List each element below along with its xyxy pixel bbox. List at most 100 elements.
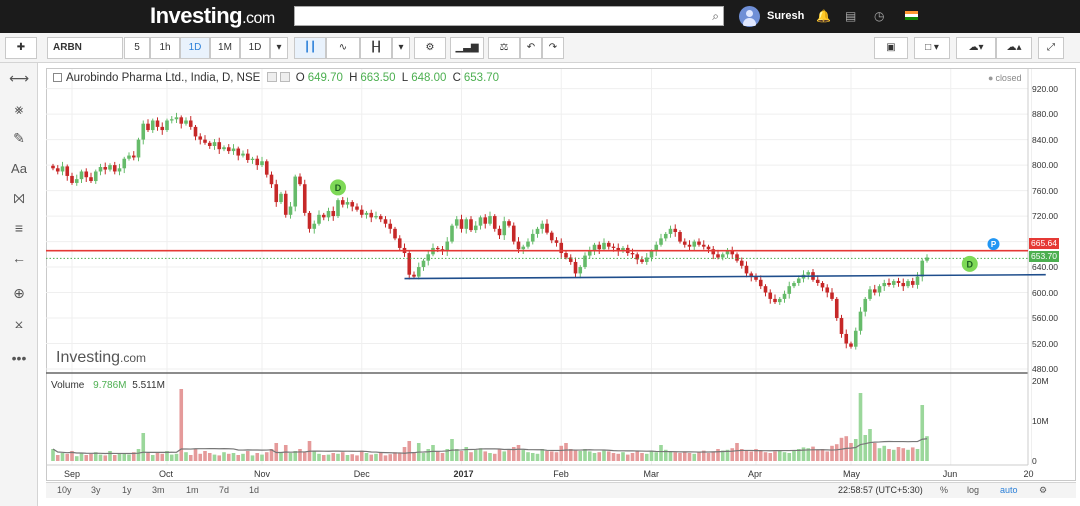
volume-bar xyxy=(801,447,806,461)
high-label: H xyxy=(349,72,358,84)
volume-value-2: 5.511M xyxy=(132,380,165,391)
auto-toggle[interactable]: auto xyxy=(1000,485,1018,495)
volume-bar xyxy=(521,449,526,461)
volume-bar xyxy=(507,449,511,461)
volume-bar xyxy=(402,447,407,461)
volume-bar xyxy=(891,449,896,461)
candle-body xyxy=(51,165,55,169)
legend-settings-icon[interactable] xyxy=(266,72,277,82)
candle-body xyxy=(288,206,293,215)
volume-bar xyxy=(473,449,478,461)
candle-body xyxy=(815,279,820,283)
price-axis-label: 880.00 xyxy=(1032,109,1058,120)
volume-bar xyxy=(207,453,212,461)
range-10y[interactable]: 10y xyxy=(57,485,72,495)
price-axis-label: 720.00 xyxy=(1032,211,1058,222)
price-axis-label: 520.00 xyxy=(1032,338,1058,349)
legend-hide-icon[interactable] xyxy=(279,72,290,82)
candle-body xyxy=(606,242,611,247)
range-3y[interactable]: 3y xyxy=(91,485,101,495)
candle-body xyxy=(706,246,711,250)
volume-bar xyxy=(763,452,768,461)
volume-bar xyxy=(412,452,416,461)
candle-body xyxy=(640,259,644,262)
volume-average-line xyxy=(52,438,928,455)
candle-body xyxy=(340,200,345,205)
candle-body xyxy=(483,217,488,224)
candle-body xyxy=(682,241,687,245)
volume-bar xyxy=(312,451,317,461)
range-1d[interactable]: 1d xyxy=(249,485,259,495)
candle-body xyxy=(326,210,331,218)
volume-bar xyxy=(250,455,255,461)
percent-toggle[interactable]: % xyxy=(940,485,948,495)
candle-body xyxy=(497,228,502,236)
volume-bar xyxy=(868,429,872,461)
volume-bar xyxy=(236,455,241,461)
volume-bar xyxy=(146,453,150,461)
candle-body xyxy=(578,267,583,274)
collapse-icon[interactable] xyxy=(53,73,62,82)
price-axis-label: 560.00 xyxy=(1032,313,1058,324)
candle-body xyxy=(127,155,131,159)
range-3m[interactable]: 3m xyxy=(152,485,165,495)
volume-bar xyxy=(758,450,763,461)
log-toggle[interactable]: log xyxy=(967,485,979,495)
scale-settings-icon[interactable]: ⚙ xyxy=(1039,485,1047,496)
volume-bar xyxy=(241,453,245,461)
range-7d[interactable]: 7d xyxy=(219,485,229,495)
candle-body xyxy=(283,193,288,215)
volume-bar xyxy=(925,436,929,461)
candle-body xyxy=(74,179,79,183)
candle-body xyxy=(630,253,635,255)
candle-body xyxy=(279,193,283,203)
candle-body xyxy=(155,120,160,127)
candle-body xyxy=(844,333,849,344)
candle-body xyxy=(820,282,825,288)
volume-bar xyxy=(882,445,887,461)
candle-body xyxy=(378,216,383,220)
volume-bar xyxy=(160,453,165,461)
candle-body xyxy=(507,221,511,226)
volume-bar xyxy=(222,452,226,461)
volume-bar xyxy=(915,449,920,461)
candle-body xyxy=(407,253,412,275)
volume-bar xyxy=(369,454,374,461)
volume-bar xyxy=(773,451,777,461)
candle-body xyxy=(397,238,402,248)
volume-bar xyxy=(264,452,269,461)
candle-body xyxy=(84,171,89,178)
candle-body xyxy=(307,212,312,229)
price-axis-label: 920.00 xyxy=(1032,83,1058,94)
candle-body xyxy=(872,289,877,293)
dividend-marker-label: D xyxy=(967,259,974,269)
candle-body xyxy=(302,184,307,213)
price-axis-label: 800.00 xyxy=(1032,160,1058,171)
volume-bar xyxy=(435,451,440,461)
candle-body xyxy=(673,228,678,233)
volume-label: Volume xyxy=(51,380,85,391)
volume-bar xyxy=(602,450,606,461)
candle-body xyxy=(825,287,830,293)
volume-bar xyxy=(397,453,402,461)
volume-bar xyxy=(459,451,464,461)
volume-bar xyxy=(526,452,530,461)
volume-bar xyxy=(198,453,203,461)
candle-body xyxy=(160,126,165,131)
volume-bar xyxy=(583,449,587,461)
candle-body xyxy=(416,267,421,277)
candle-body xyxy=(207,142,212,146)
volume-bar xyxy=(103,455,108,461)
resistance-price-tag: 665.64 xyxy=(1029,238,1059,249)
volume-bar xyxy=(711,451,716,461)
candle-body xyxy=(336,200,340,217)
range-1m[interactable]: 1m xyxy=(186,485,199,495)
candle-body xyxy=(464,219,469,229)
candle-body xyxy=(915,276,920,285)
candle-body xyxy=(312,223,317,229)
candle-body xyxy=(659,238,663,245)
candle-body xyxy=(174,117,179,120)
low-label: L xyxy=(401,72,409,84)
volume-bar xyxy=(374,453,378,461)
range-1y[interactable]: 1y xyxy=(122,485,132,495)
